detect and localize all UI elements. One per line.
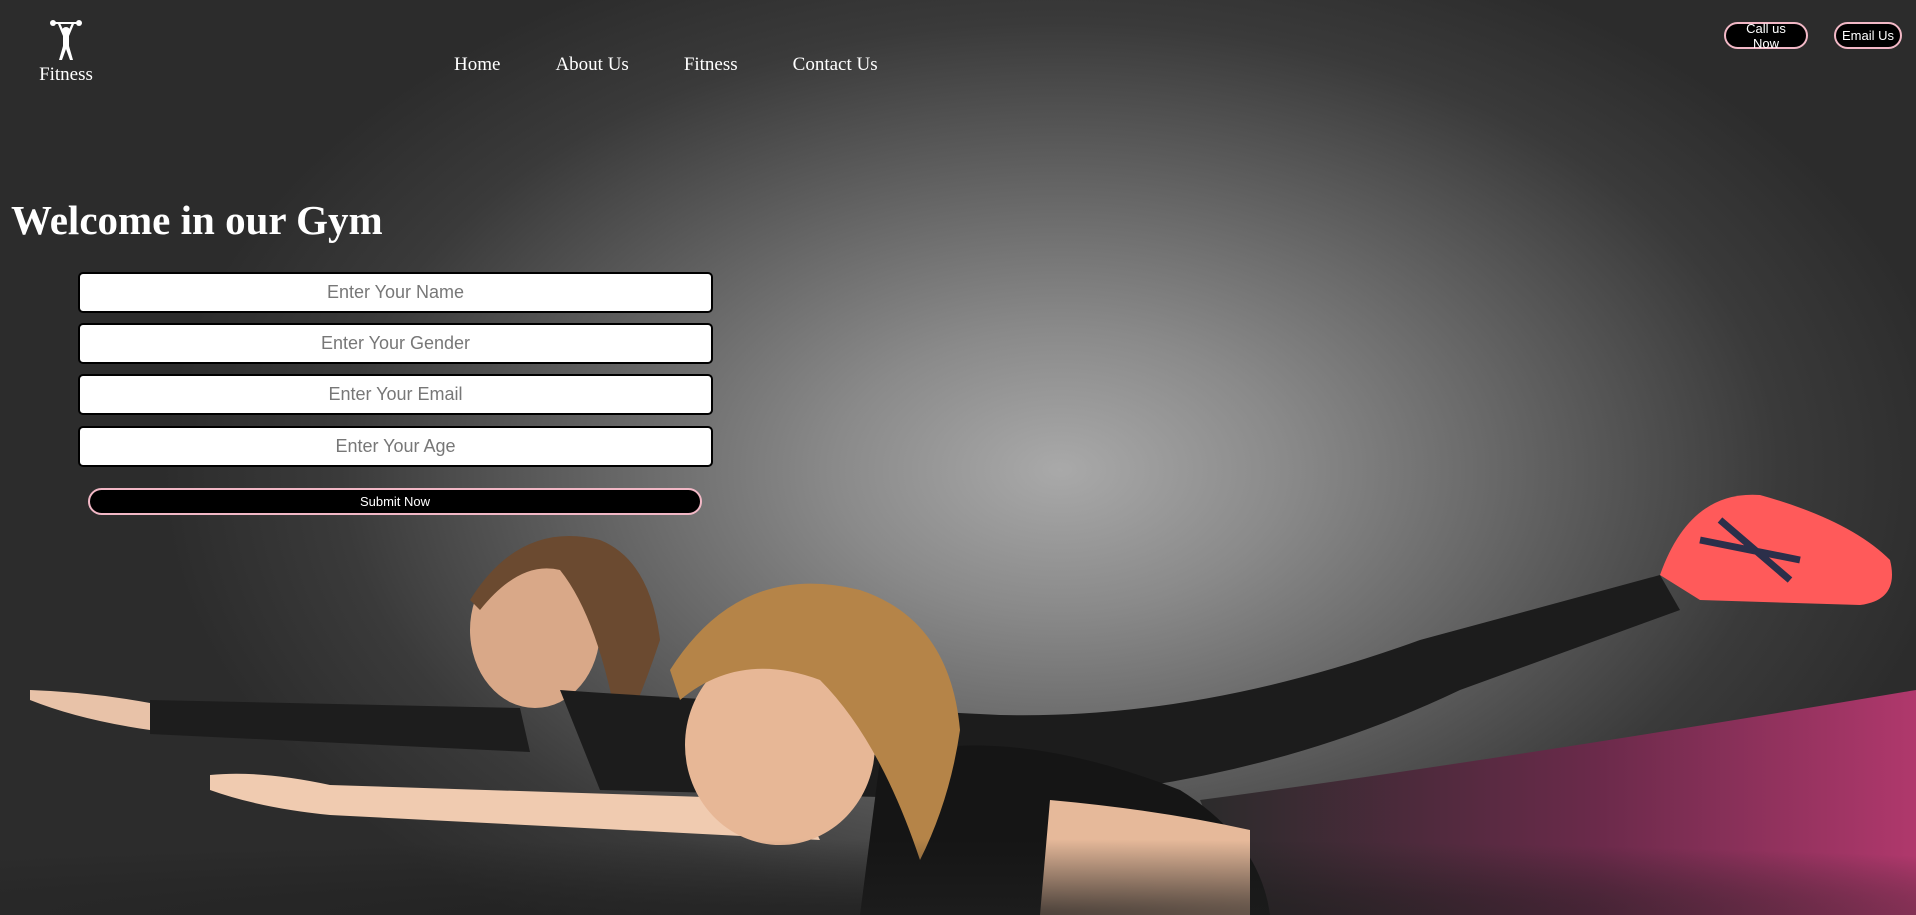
nav-fitness-link[interactable]: Fitness [684,54,738,76]
name-input[interactable] [78,272,713,313]
nav-contact-link[interactable]: Contact Us [793,54,878,76]
page-title: Welcome in our Gym [11,197,383,243]
weightlifter-icon [50,20,82,60]
age-input[interactable] [78,426,713,467]
logo[interactable]: Fitness [30,18,102,86]
submit-button[interactable]: Submit Now [88,488,702,515]
email-us-button[interactable]: Email Us [1834,22,1902,49]
main-nav: Home About Us Fitness Contact Us [454,54,933,76]
logo-text: Fitness [39,64,93,85]
email-input[interactable] [78,374,713,415]
nav-about-link[interactable]: About Us [555,54,628,76]
gender-input[interactable] [78,323,713,364]
nav-home-link[interactable]: Home [454,54,500,76]
call-us-button[interactable]: Call us Now [1724,21,1808,51]
